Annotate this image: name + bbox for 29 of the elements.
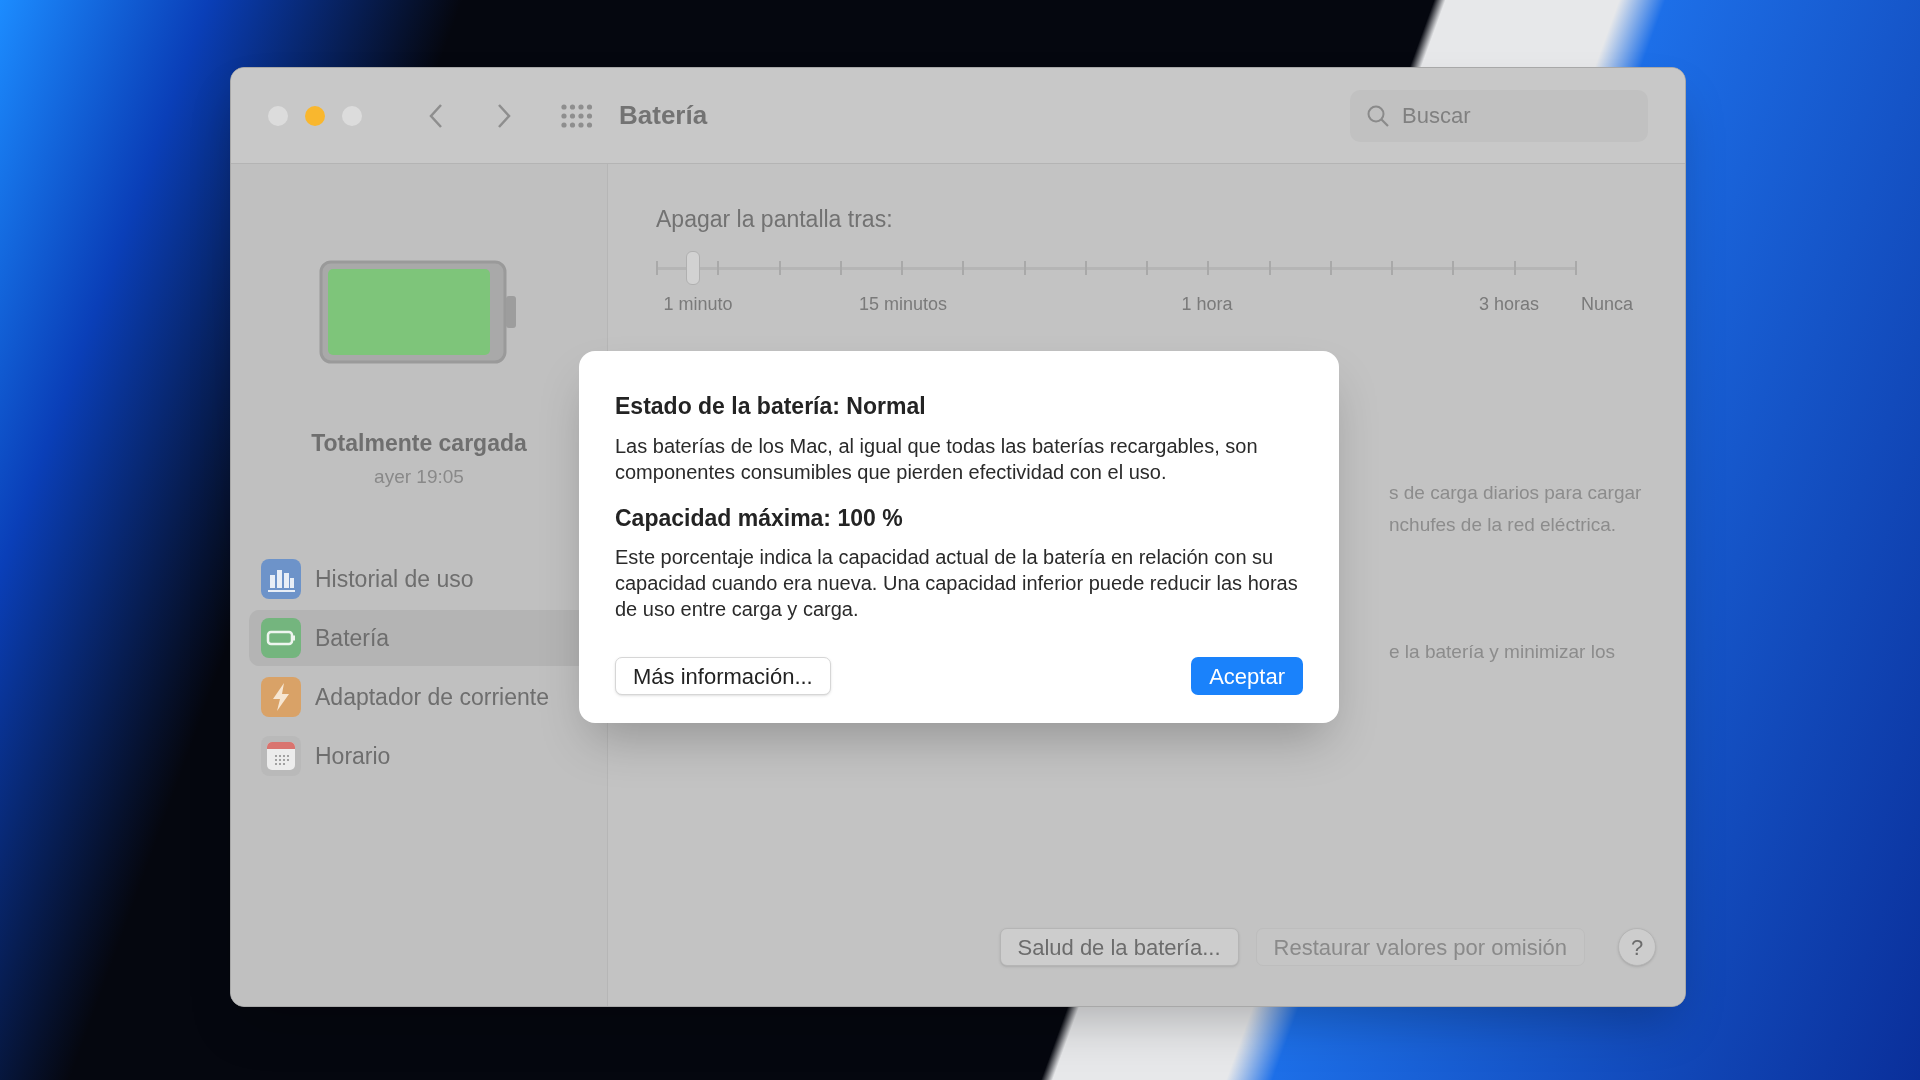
back-chevron-icon[interactable] (428, 102, 444, 129)
search-icon (1366, 103, 1390, 128)
footer-button[interactable]: Salud de la batería... (999, 928, 1239, 966)
help-button[interactable]: ? (1618, 928, 1656, 966)
slider-tick-label: 3 horas (1479, 292, 1539, 316)
grid-icon[interactable] (560, 102, 594, 129)
battery-icon (261, 618, 301, 658)
accept-button[interactable]: Aceptar (1191, 657, 1303, 695)
window-title: Batería (619, 99, 708, 132)
window-control-button[interactable] (305, 105, 325, 126)
dialog-title: Estado de la batería: Normal (615, 392, 927, 421)
bar-chart-icon (261, 559, 301, 599)
slider-tick-label: Nunca (1581, 292, 1633, 316)
slider-tick-label: 1 hora (1181, 292, 1233, 316)
lightning-bolt-icon (261, 677, 301, 717)
dialog-text: Las baterías de los Mac, al igual que todas las baterías recargables, son componentes consumibles que pierden efectividad con el uso. (615, 433, 1259, 485)
search-field[interactable]: Buscar (1350, 89, 1648, 142)
slider-track[interactable] (656, 250, 1577, 285)
slider-thumb[interactable] (685, 250, 700, 285)
battery-status: Totalmente cargada (311, 429, 527, 458)
dialog-subtitle: Capacidad máxima: 100 % (615, 503, 904, 533)
calendar-icon (261, 736, 301, 776)
more-info-button[interactable]: Más información... (615, 657, 831, 695)
slider-tick-label: 15 minutos (858, 292, 948, 316)
slider-tick-label: 1 minuto (663, 292, 733, 316)
sidebar-item[interactable]: Horario (249, 728, 607, 784)
forward-chevron-icon[interactable] (496, 102, 512, 129)
slider-label: Apagar la pantalla tras: (656, 205, 894, 234)
dialog-text: Este porcentaje indica la capacidad actual de la batería en relación con su capacidad cuando era nueva. Una capacidad inferior puede reducir las horas de uso entre carga y carga. (615, 545, 1299, 622)
